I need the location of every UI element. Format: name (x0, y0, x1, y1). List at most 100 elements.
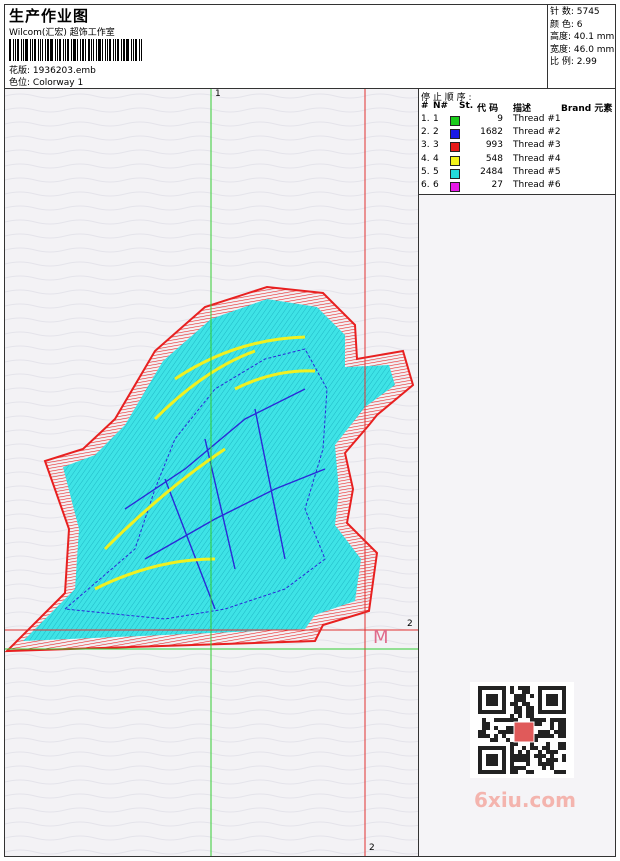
barcode-bar (134, 39, 137, 61)
qr-module (542, 762, 546, 766)
qr-module (562, 746, 566, 750)
qr-module (510, 690, 514, 694)
barcode-bar (55, 39, 57, 61)
qr-module (558, 742, 562, 746)
studio-name: Wilcom(汇宏) 超饰工作室 (9, 28, 115, 38)
thread-color-swatch (450, 168, 460, 179)
barcode-bar (115, 39, 117, 61)
qr-module (510, 766, 514, 770)
qr-module (538, 722, 542, 726)
qr-module (514, 706, 518, 710)
thread-stitches: 9 (497, 114, 503, 124)
qr-module (514, 702, 518, 706)
qr-module (514, 694, 518, 698)
thread-row: 1. 1 9 Thread #1 (419, 114, 615, 127)
barcode-bar (50, 39, 54, 61)
qr-module (522, 766, 526, 770)
qr-module (518, 766, 522, 770)
qr-module (510, 730, 514, 734)
qr-module (514, 698, 518, 702)
qr-module (542, 718, 546, 722)
qr-module (554, 730, 558, 734)
scale-ratio: 比 例: 2.99 (550, 57, 597, 68)
qr-module (510, 770, 514, 774)
qr-module (530, 694, 534, 698)
qr-module (526, 706, 530, 710)
qr-module (562, 718, 566, 722)
qr-module (494, 718, 498, 722)
qr-module (554, 770, 558, 774)
thread-row: 5. 5 2484 Thread #5 (419, 167, 615, 180)
qr-module (522, 758, 526, 762)
m-marker: M (373, 627, 389, 648)
qr-module (518, 754, 522, 758)
qr-module (558, 746, 562, 750)
thread-number: 4 (433, 153, 439, 164)
design-height: 高度: 40.1 mm (550, 32, 615, 43)
qr-module (506, 730, 510, 734)
qr-module (546, 734, 550, 738)
barcode-bar (84, 39, 86, 61)
qr-module (562, 726, 566, 730)
qr-module (550, 718, 554, 722)
design-canvas: 1 2 2 M (5, 89, 419, 856)
barcode-bar (12, 39, 14, 61)
qr-module (562, 734, 566, 738)
barcode-bar (24, 39, 28, 61)
thread-color-swatch (450, 142, 460, 153)
qr-module (518, 694, 522, 698)
qr-module (510, 762, 514, 766)
thread-description: Thread #3 (513, 140, 561, 151)
barcode-bar (101, 39, 104, 61)
barcode-bar (31, 39, 33, 61)
qr-module (542, 754, 546, 758)
qr-module (522, 702, 526, 706)
col-description: 描述 (513, 104, 532, 114)
thread-table-header: # N# St. 代 码 描述 Brand 元素 (419, 101, 615, 114)
qr-module (494, 726, 498, 730)
qr-module (546, 758, 550, 762)
qr-module (530, 770, 534, 774)
qr-module (510, 754, 514, 758)
qr-module (550, 766, 554, 770)
colorway-name: Colorway 1 (32, 78, 84, 88)
thread-row: 2. 2 1682 Thread #2 (419, 127, 615, 140)
qr-module (518, 714, 522, 718)
barcode-bar (47, 39, 50, 61)
qr-module (534, 754, 538, 758)
qr-module (550, 754, 554, 758)
qr-module (546, 750, 550, 754)
barcode-bar (14, 39, 16, 61)
qr-center-seal (513, 721, 535, 743)
qr-module (542, 734, 546, 738)
barcode-bar (33, 39, 36, 61)
qr-module (506, 726, 510, 730)
qr-module (558, 730, 562, 734)
thread-number: 1 (433, 114, 439, 124)
barcode-bar (29, 39, 31, 61)
qr-module (482, 726, 486, 730)
thread-color-swatch (450, 182, 460, 192)
qr-module (510, 750, 514, 754)
qr-module (506, 738, 510, 742)
thread-stitches: 548 (485, 153, 503, 164)
qr-module (538, 718, 542, 722)
qr-module (538, 730, 542, 734)
qr-module (486, 722, 490, 726)
barcode-bar (95, 39, 97, 61)
qr-module (522, 698, 526, 702)
qr-module (494, 738, 498, 742)
qr-module (482, 718, 486, 722)
col-index: # (421, 101, 429, 111)
qr-module (482, 730, 486, 734)
qr-module (478, 734, 482, 738)
qr-module (506, 718, 510, 722)
qr-module (494, 734, 498, 738)
qr-module (522, 694, 526, 698)
qr-module (510, 746, 514, 750)
qr-module (514, 710, 518, 714)
barcode-bar (138, 39, 140, 61)
barcode-bar (9, 39, 11, 61)
qr-module (558, 726, 562, 730)
barcode-bar (63, 39, 65, 61)
